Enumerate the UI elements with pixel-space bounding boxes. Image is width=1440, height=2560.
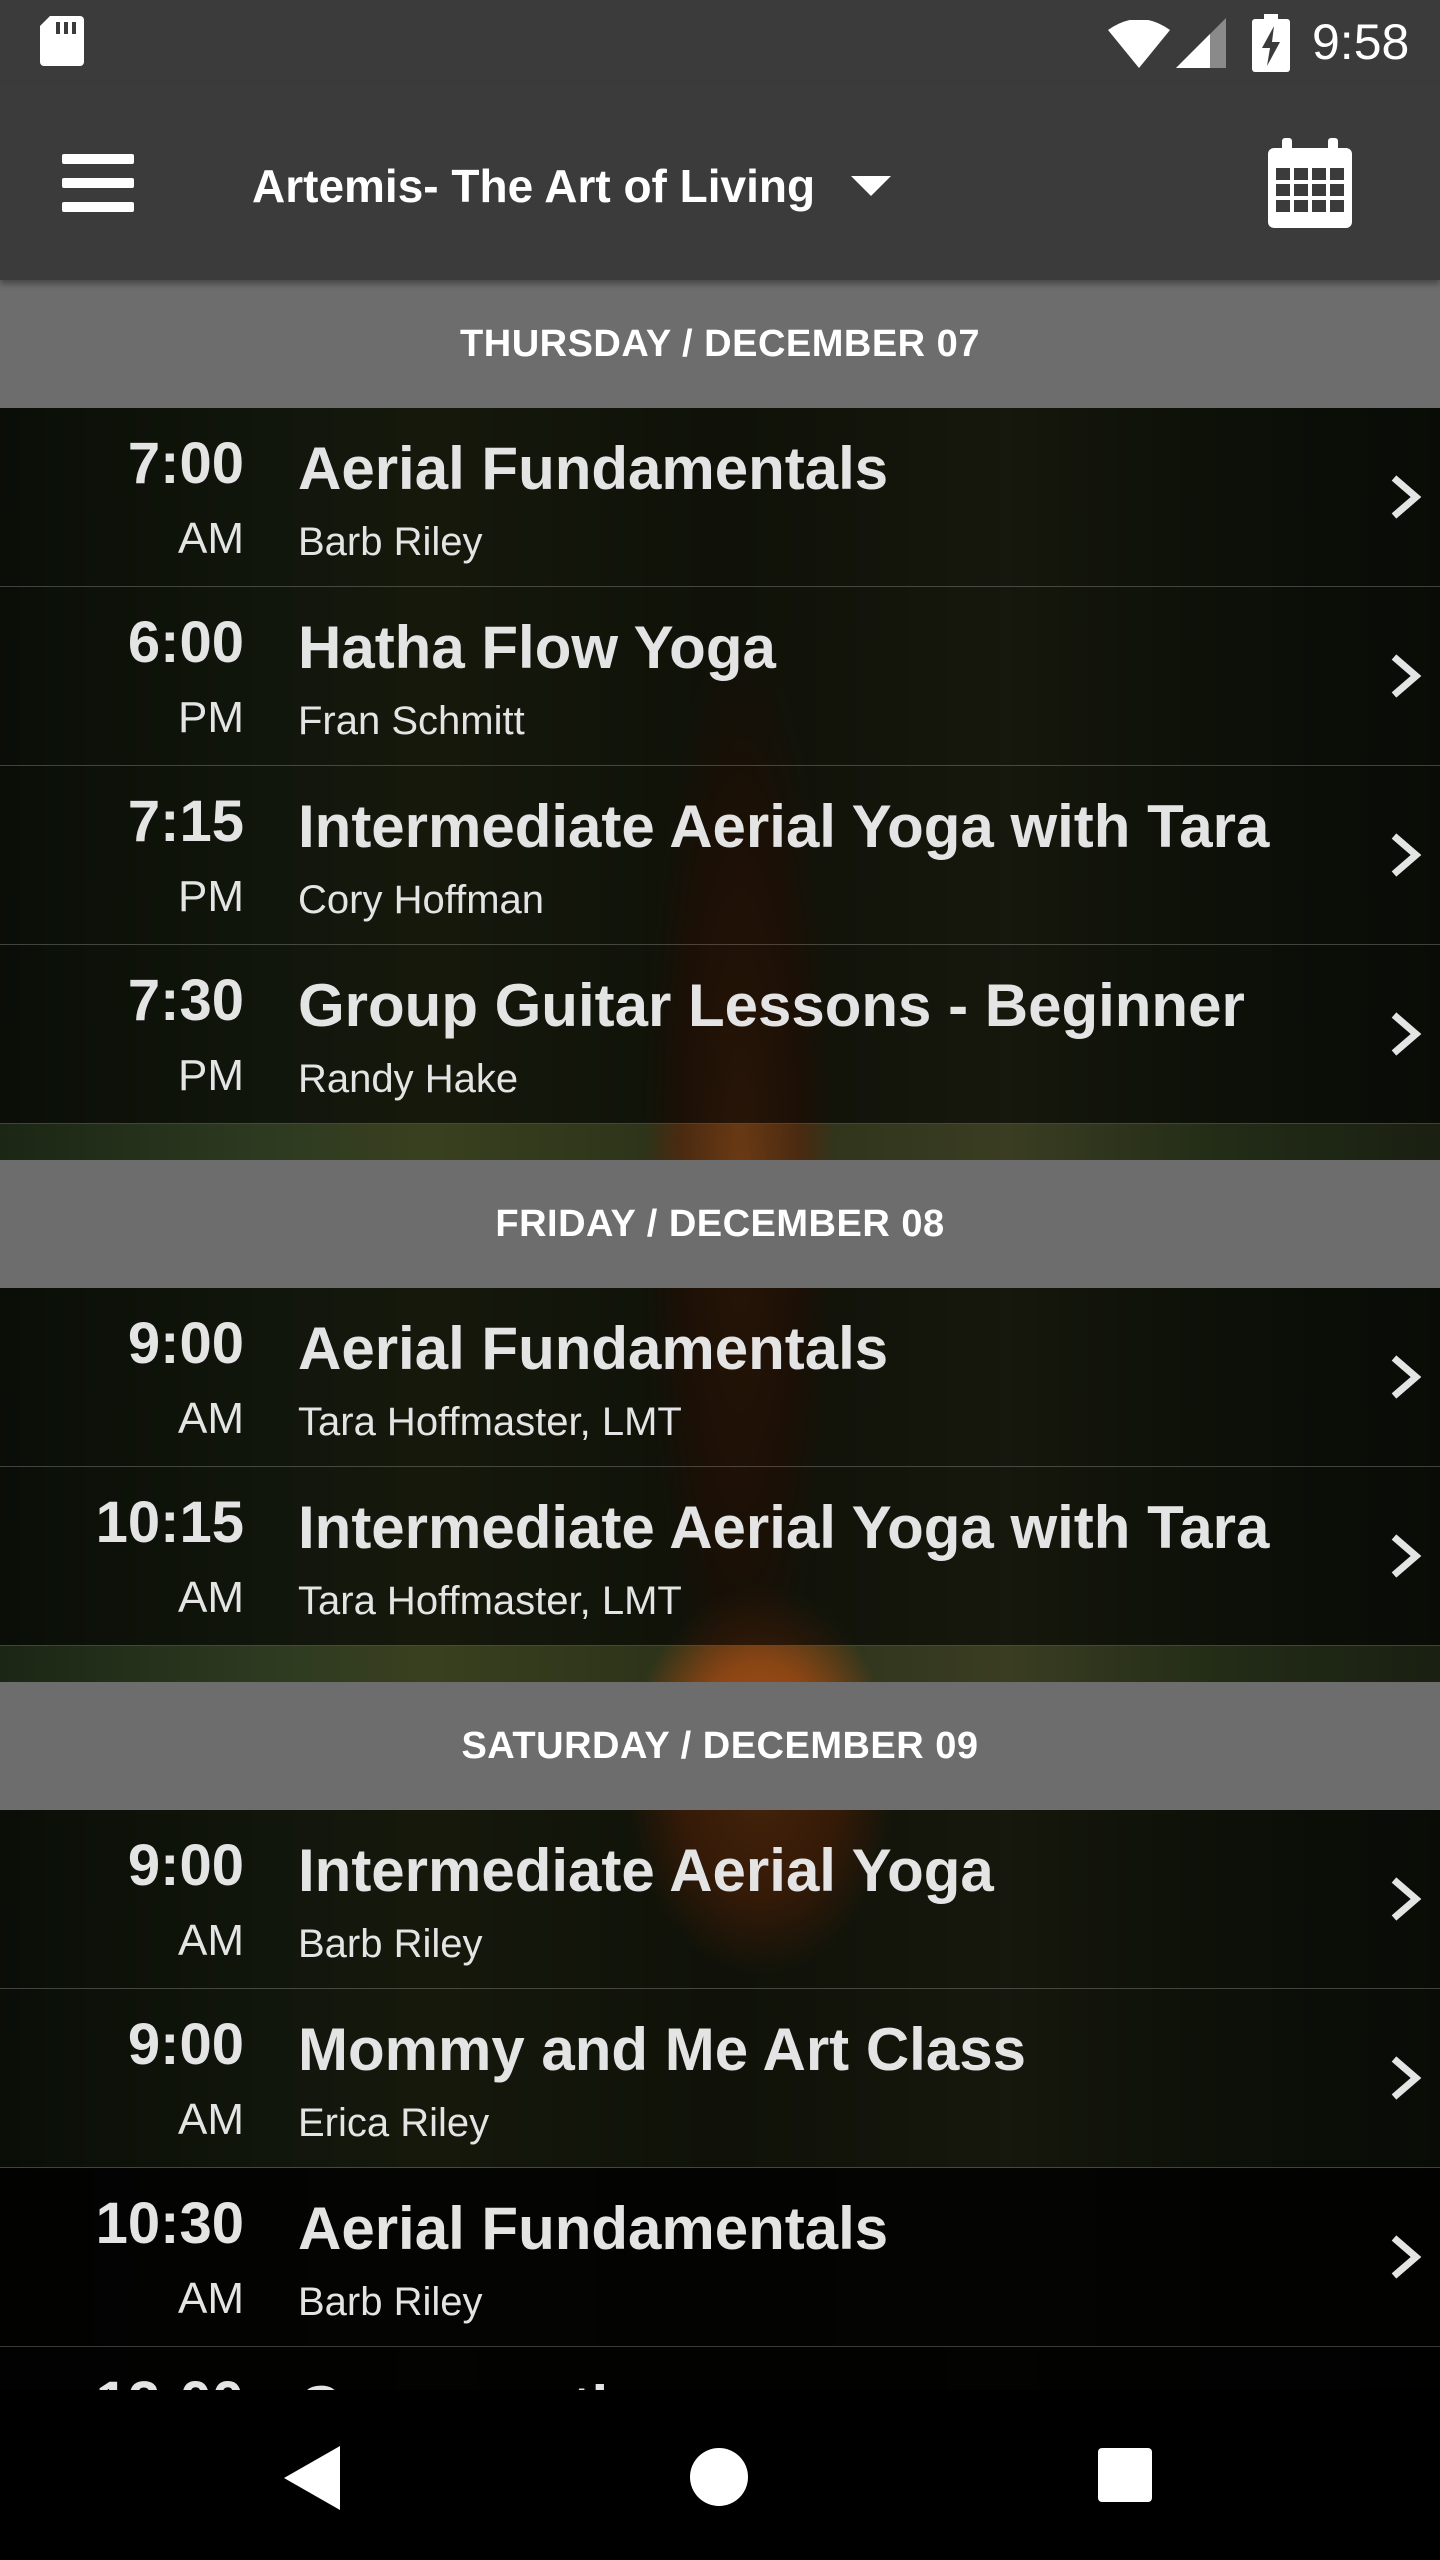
class-name: Intermediate Aerial Yoga with Tara [298,793,1270,860]
class-ampm: PM [178,1051,244,1100]
class-ampm: AM [178,1573,244,1622]
class-row[interactable]: 7:00 AM Aerial Fundamentals Barb Riley [0,408,1440,587]
class-time: 10:15 [95,1490,244,1555]
chevron-right-icon [1391,654,1422,698]
class-instructor: Barb Riley [298,520,483,564]
day-header-label: SATURDAY / DECEMBER 09 [461,1724,979,1767]
day-gap [0,1646,1440,1682]
class-row[interactable]: 9:00 AM Intermediate Aerial Yoga Barb Ril… [0,1810,1440,1989]
class-name: Hatha Flow Yoga [298,614,776,681]
day-header-label: THURSDAY / DECEMBER 07 [460,322,980,365]
system-nav-bar [0,2390,1440,2560]
class-ampm: AM [178,2274,244,2323]
day-header: THURSDAY / DECEMBER 07 [0,280,1440,408]
class-name: Group Guitar Lessons - Beginner [298,972,1245,1039]
status-bar: 9:58 [0,0,1440,84]
class-ampm: PM [178,693,244,742]
status-clock: 9:58 [1312,14,1410,70]
class-name: Conversation [298,2373,681,2390]
class-row[interactable]: 7:30 PM Group Guitar Lessons - Beginner R… [0,945,1440,1124]
class-time: 9:00 [127,1833,244,1898]
class-time: 7:30 [127,968,244,1033]
class-time: 12:00 [96,2369,244,2390]
class-name: Intermediate Aerial Yoga [298,1837,994,1904]
chevron-right-icon [1391,475,1422,519]
class-row[interactable]: 10:30 AM Aerial Fundamentals Barb Riley [0,2168,1440,2347]
class-ampm: AM [178,1916,244,1965]
day-header-label: FRIDAY / DECEMBER 08 [495,1202,945,1245]
chevron-right-icon [1391,1534,1422,1578]
schedule-list[interactable]: THURSDAY / DECEMBER 07 7:00 AM Aerial Fun… [0,280,1440,2390]
chevron-right-icon [1391,1012,1422,1056]
class-row[interactable]: 9:00 AM Aerial Fundamentals Tara Hoffmast… [0,1288,1440,1467]
class-name: Aerial Fundamentals [298,1315,889,1382]
class-instructor: Randy Hake [298,1057,519,1101]
class-ampm: AM [178,1394,244,1443]
day-header: SATURDAY / DECEMBER 09 [0,1682,1440,1810]
class-instructor: Cory Hoffman [298,878,545,922]
dropdown-arrow-icon [851,176,892,196]
app-bar: Artemis- The Art of Living [0,84,1440,280]
class-instructor: Tara Hoffmaster, LMT [298,1400,682,1444]
chevron-right-icon [1391,1355,1422,1399]
chevron-right-icon [1391,2056,1422,2100]
class-time: 9:00 [127,2012,244,2077]
back-icon[interactable] [284,2446,340,2510]
class-time: 7:00 [127,431,244,496]
class-name: Intermediate Aerial Yoga with Tara [298,1494,1270,1561]
day-header: FRIDAY / DECEMBER 08 [0,1160,1440,1288]
class-instructor: Erica Riley [298,2101,490,2145]
class-time: 7:15 [127,789,244,854]
class-row[interactable]: 6:00 PM Hatha Flow Yoga Fran Schmitt [0,587,1440,766]
class-name: Aerial Fundamentals [298,2195,889,2262]
chevron-right-icon [1391,2235,1422,2279]
class-row[interactable]: 7:15 PM Intermediate Aerial Yoga with Tar… [0,766,1440,945]
class-ampm: AM [178,2095,244,2144]
studio-selector[interactable]: Artemis- The Art of Living [252,144,892,228]
class-row[interactable]: 10:15 AM Intermediate Aerial Yoga with Ta… [0,1467,1440,1646]
studio-title: Artemis- The Art of Living [252,160,816,212]
signal-icon [1176,18,1226,68]
chevron-right-icon [1391,1877,1422,1921]
calendar-icon[interactable] [1268,138,1352,228]
class-row[interactable]: 9:00 AM Mommy and Me Art Class Erica Rile… [0,1989,1440,2168]
class-time: 9:00 [127,1311,244,1376]
class-ampm: PM [178,872,244,921]
class-ampm: AM [178,514,244,563]
class-time: 10:30 [95,2191,244,2256]
battery-charging-icon [1252,14,1290,72]
class-instructor: Fran Schmitt [298,699,525,743]
class-time: 6:00 [127,610,244,675]
home-icon[interactable] [690,2448,748,2506]
class-name: Mommy and Me Art Class [298,2016,1026,2083]
wifi-icon [1108,20,1170,68]
class-instructor: Barb Riley [298,2280,483,2324]
recents-icon[interactable] [1098,2448,1152,2502]
day-gap [0,1124,1440,1160]
class-instructor: Barb Riley [298,1922,483,1966]
menu-icon[interactable] [62,154,134,212]
class-row[interactable]: 12:00 Conversation [0,2347,1440,2390]
class-name: Aerial Fundamentals [298,435,889,502]
chevron-right-icon [1391,833,1422,877]
sd-card-icon [40,16,84,66]
class-instructor: Tara Hoffmaster, LMT [298,1579,682,1623]
